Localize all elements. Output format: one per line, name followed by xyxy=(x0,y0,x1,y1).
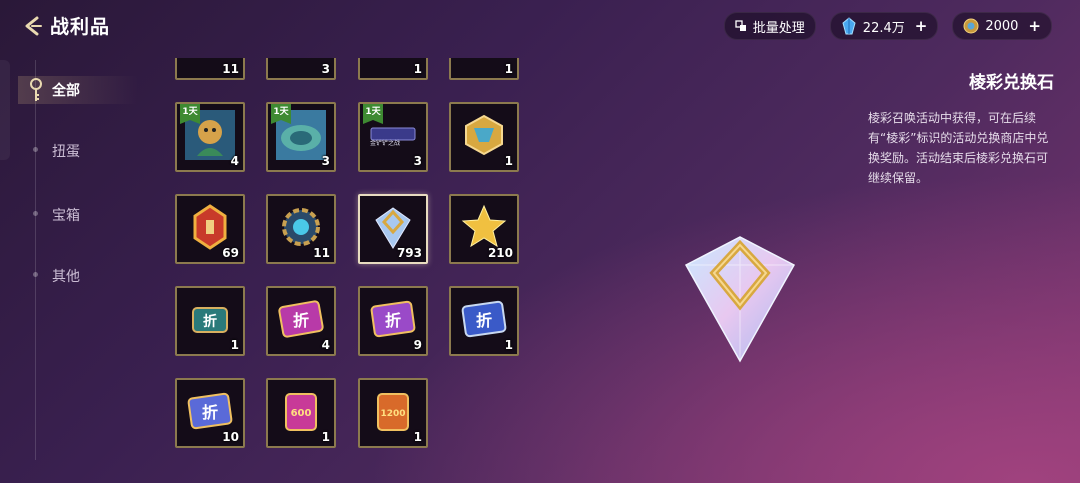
sidebar-item-gacha[interactable]: 扭蛋 xyxy=(52,141,80,161)
item-count: 10 xyxy=(222,430,239,444)
batch-label: 批量处理 xyxy=(752,20,805,36)
item-count: 4 xyxy=(230,154,239,168)
item-cell-coupon[interactable]: 折 10 xyxy=(175,378,245,448)
discount-coupon-icon: 折 xyxy=(461,300,507,338)
item-count: 3 xyxy=(321,154,330,168)
item-count: 11 xyxy=(313,246,330,260)
add-gems-icon[interactable]: + xyxy=(915,17,928,35)
item-grid[interactable]: 11 3 1 1 1天 4 1天 3 金铲铲之战 1天 3 1 69 11 79… xyxy=(170,58,530,458)
item-cell-red-gem[interactable]: 69 xyxy=(175,194,245,264)
sidebar-dot xyxy=(33,147,38,152)
hex-emblem-icon xyxy=(465,114,503,156)
svg-text:1200: 1200 xyxy=(380,409,405,419)
item-cell-voucher[interactable]: 1200 1 xyxy=(358,378,428,448)
item-cell-coupon[interactable]: 折 1 xyxy=(449,286,519,356)
item-count: 210 xyxy=(487,246,513,260)
sidebar-edge xyxy=(0,60,10,160)
prism-gem-icon xyxy=(375,207,411,249)
item-cell[interactable]: 1 xyxy=(449,58,519,80)
item-cell-voucher[interactable]: 600 1 xyxy=(266,378,336,448)
voucher-icon: 1200 xyxy=(377,393,409,431)
coin-icon xyxy=(963,18,979,34)
voucher-icon: 600 xyxy=(285,393,317,431)
svg-text:600: 600 xyxy=(291,408,312,419)
sidebar-item-other[interactable]: 其他 xyxy=(52,266,80,286)
svg-text:折: 折 xyxy=(385,311,401,330)
svg-text:折: 折 xyxy=(202,403,218,422)
sidebar-dot xyxy=(33,272,38,277)
discount-coupon-icon: 折 xyxy=(370,300,416,338)
top-toolbar: 批量处理 22.4万 + 2000 + xyxy=(723,12,1052,40)
blue-gem-icon xyxy=(842,17,856,35)
chevron-left-icon xyxy=(25,16,42,35)
item-cell-little-legend[interactable]: 1天 4 xyxy=(175,102,245,172)
batch-icon xyxy=(735,20,746,31)
item-count: 3 xyxy=(321,62,330,76)
discount-coupon-icon: 折 xyxy=(278,300,324,338)
item-count: 1 xyxy=(504,338,513,352)
prism-gem-large-icon xyxy=(684,236,796,363)
item-cell[interactable]: 3 xyxy=(266,58,336,80)
batch-process-button[interactable]: 批量处理 xyxy=(723,12,816,40)
gem-amount: 22.4万 xyxy=(862,20,905,36)
key-marker-icon xyxy=(30,78,42,101)
item-description: 棱彩召唤活动中获得，可在后续有“棱彩”标识的活动兑换商店中兑换奖励。活动结束后棱… xyxy=(868,111,1049,185)
star-icon xyxy=(461,204,507,248)
item-cell-coupon[interactable]: 折 4 xyxy=(266,286,336,356)
item-count: 4 xyxy=(321,338,330,352)
item-count: 69 xyxy=(222,246,239,260)
item-count: 1 xyxy=(504,62,513,76)
item-cell-coupon[interactable]: 折 1 xyxy=(175,286,245,356)
item-count: 1 xyxy=(321,430,330,444)
item-count: 793 xyxy=(396,246,422,260)
discount-coupon-icon: 折 xyxy=(192,307,228,333)
item-cell-arena[interactable]: 1天 3 xyxy=(266,102,336,172)
item-cell-prism-stone[interactable]: 793 xyxy=(358,194,428,264)
svg-text:折: 折 xyxy=(476,311,492,330)
add-coins-icon[interactable]: + xyxy=(1028,17,1041,35)
page-title: 战利品 xyxy=(50,16,111,38)
svg-text:折: 折 xyxy=(203,313,217,330)
back-button[interactable]: 战利品 xyxy=(22,12,110,39)
item-cell-boom[interactable]: 金铲铲之战 1天 3 xyxy=(358,102,428,172)
item-cell-coupon[interactable]: 折 9 xyxy=(358,286,428,356)
coin-currency[interactable]: 2000 + xyxy=(952,12,1052,40)
coin-amount: 2000 xyxy=(985,18,1019,34)
sidebar-item-chest[interactable]: 宝箱 xyxy=(52,205,80,225)
item-cell[interactable]: 11 xyxy=(175,58,245,80)
discount-coupon-icon: 折 xyxy=(187,392,233,430)
item-cell-star[interactable]: 210 xyxy=(449,194,519,264)
item-count: 9 xyxy=(413,338,422,352)
svg-text:折: 折 xyxy=(293,311,309,330)
item-count: 3 xyxy=(413,154,422,168)
item-count: 1 xyxy=(230,338,239,352)
item-count: 1 xyxy=(504,154,513,168)
item-cell-gear[interactable]: 11 xyxy=(266,194,336,264)
red-gem-icon xyxy=(193,204,227,250)
item-count: 1 xyxy=(413,62,422,76)
item-count: 11 xyxy=(222,62,239,76)
item-cell-emblem[interactable]: 1 xyxy=(449,102,519,172)
item-name: 棱彩兑换石 xyxy=(969,73,1054,93)
gem-currency[interactable]: 22.4万 + xyxy=(829,12,939,40)
sidebar-dot xyxy=(33,211,38,216)
gear-orb-icon xyxy=(282,208,320,246)
item-cell[interactable]: 1 xyxy=(358,58,428,80)
sidebar-track xyxy=(35,60,36,460)
item-label: 金铲铲之战 xyxy=(370,140,401,147)
sidebar-item-all[interactable]: 全部 xyxy=(52,80,80,100)
item-count: 1 xyxy=(413,430,422,444)
